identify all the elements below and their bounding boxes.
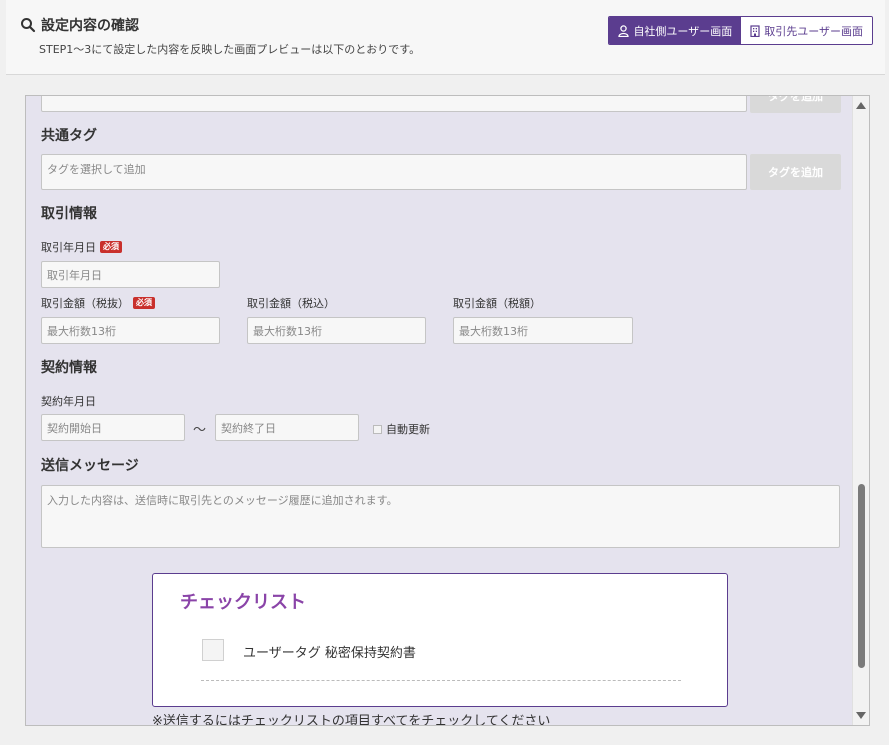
- scrollbar[interactable]: [852, 96, 869, 725]
- partner-view-button[interactable]: 取引先ユーザー画面: [741, 17, 872, 44]
- self-view-label: 自社側ユーザー画面: [633, 24, 733, 38]
- amount-tax-label-text: 取引金額（税額）: [453, 297, 541, 310]
- contract-info-heading: 契約情報: [41, 360, 97, 376]
- trade-date-label-text: 取引年月日: [41, 241, 96, 254]
- amount-tax-label: 取引金額（税額）: [453, 295, 541, 311]
- contract-end-input[interactable]: 契約終了日: [215, 414, 359, 441]
- title-wrap: 設定内容の確認: [20, 15, 139, 35]
- contract-start-placeholder: 契約開始日: [47, 421, 102, 435]
- search-icon: [21, 18, 36, 33]
- message-heading: 送信メッセージ: [41, 458, 139, 474]
- amount-ex-placeholder: 最大桁数13桁: [47, 324, 116, 338]
- contract-date-label: 契約年月日: [41, 393, 96, 409]
- amount-in-input[interactable]: 最大桁数13桁: [247, 317, 426, 344]
- checklist-title: チェックリスト: [180, 592, 306, 613]
- checklist-item-label: ユーザータグ 秘密保持契約書: [243, 646, 416, 661]
- checklist-checkbox[interactable]: [202, 639, 224, 661]
- trade-date-placeholder: 取引年月日: [47, 268, 102, 282]
- contract-start-input[interactable]: 契約開始日: [41, 414, 185, 441]
- tag-input-partial[interactable]: [41, 96, 747, 112]
- scroll-thumb[interactable]: [858, 484, 865, 668]
- common-tag-add-button[interactable]: タグを追加: [750, 154, 841, 190]
- amount-ex-label-text: 取引金額（税抜）: [41, 297, 129, 310]
- building-icon: [750, 24, 760, 37]
- page-title: 設定内容の確認: [41, 18, 139, 34]
- amount-in-label: 取引金額（税込）: [247, 295, 335, 311]
- header: 設定内容の確認 STEP1〜3にて設定した内容を反映した画面プレビューは以下のと…: [6, 0, 885, 75]
- checklist-divider: [201, 680, 681, 681]
- checklist-notice: ※送信するにはチェックリストの項目すべてをチェックしてください: [152, 714, 551, 726]
- view-toggle: 自社側ユーザー画面 取引先ユーザー画面: [608, 16, 873, 45]
- amount-in-label-text: 取引金額（税込）: [247, 297, 335, 310]
- common-tag-add-label: タグを追加: [768, 166, 823, 179]
- range-tilde: 〜: [193, 423, 207, 438]
- required-badge: 必須: [100, 241, 122, 253]
- user-icon: [618, 24, 630, 37]
- common-tag-input[interactable]: タグを選択して追加: [41, 154, 747, 190]
- add-tag-button-partial-label: タグを追加: [768, 95, 823, 103]
- checklist-card: チェックリスト ユーザータグ 秘密保持契約書: [152, 573, 728, 707]
- trade-date-input[interactable]: 取引年月日: [41, 261, 220, 288]
- contract-date-label-text: 契約年月日: [41, 395, 96, 408]
- auto-renew-label: 自動更新: [386, 423, 430, 436]
- scroll-down-arrow-icon[interactable]: [856, 712, 866, 719]
- scroll-up-arrow-icon[interactable]: [856, 102, 866, 109]
- page-subtitle: STEP1〜3にて設定した内容を反映した画面プレビューは以下のとおりです。: [39, 43, 421, 56]
- self-view-button[interactable]: 自社側ユーザー画面: [609, 17, 742, 44]
- trade-info-heading: 取引情報: [41, 206, 97, 222]
- amount-in-placeholder: 最大桁数13桁: [253, 324, 322, 338]
- message-textarea[interactable]: 入力した内容は、送信時に取引先とのメッセージ履歴に追加されます。: [41, 485, 840, 548]
- required-badge: 必須: [133, 297, 155, 309]
- message-placeholder: 入力した内容は、送信時に取引先とのメッセージ履歴に追加されます。: [47, 494, 398, 507]
- amount-tax-input[interactable]: 最大桁数13桁: [453, 317, 633, 344]
- preview-panel: タグを追加 共通タグ タグを選択して追加 タグを追加 取引情報 取引年月日 必須…: [25, 95, 870, 726]
- auto-renew-option[interactable]: 自動更新: [373, 421, 430, 437]
- auto-renew-checkbox[interactable]: [373, 424, 382, 434]
- trade-date-label: 取引年月日 必須: [41, 239, 122, 255]
- partner-view-label: 取引先ユーザー画面: [764, 24, 863, 38]
- add-tag-button-partial[interactable]: タグを追加: [750, 95, 841, 113]
- amount-tax-placeholder: 最大桁数13桁: [459, 324, 528, 338]
- amount-ex-input[interactable]: 最大桁数13桁: [41, 317, 220, 344]
- common-tag-placeholder: タグを選択して追加: [47, 163, 146, 176]
- amount-ex-label: 取引金額（税抜） 必須: [41, 295, 155, 311]
- common-tag-heading: 共通タグ: [41, 128, 97, 144]
- contract-end-placeholder: 契約終了日: [221, 421, 276, 435]
